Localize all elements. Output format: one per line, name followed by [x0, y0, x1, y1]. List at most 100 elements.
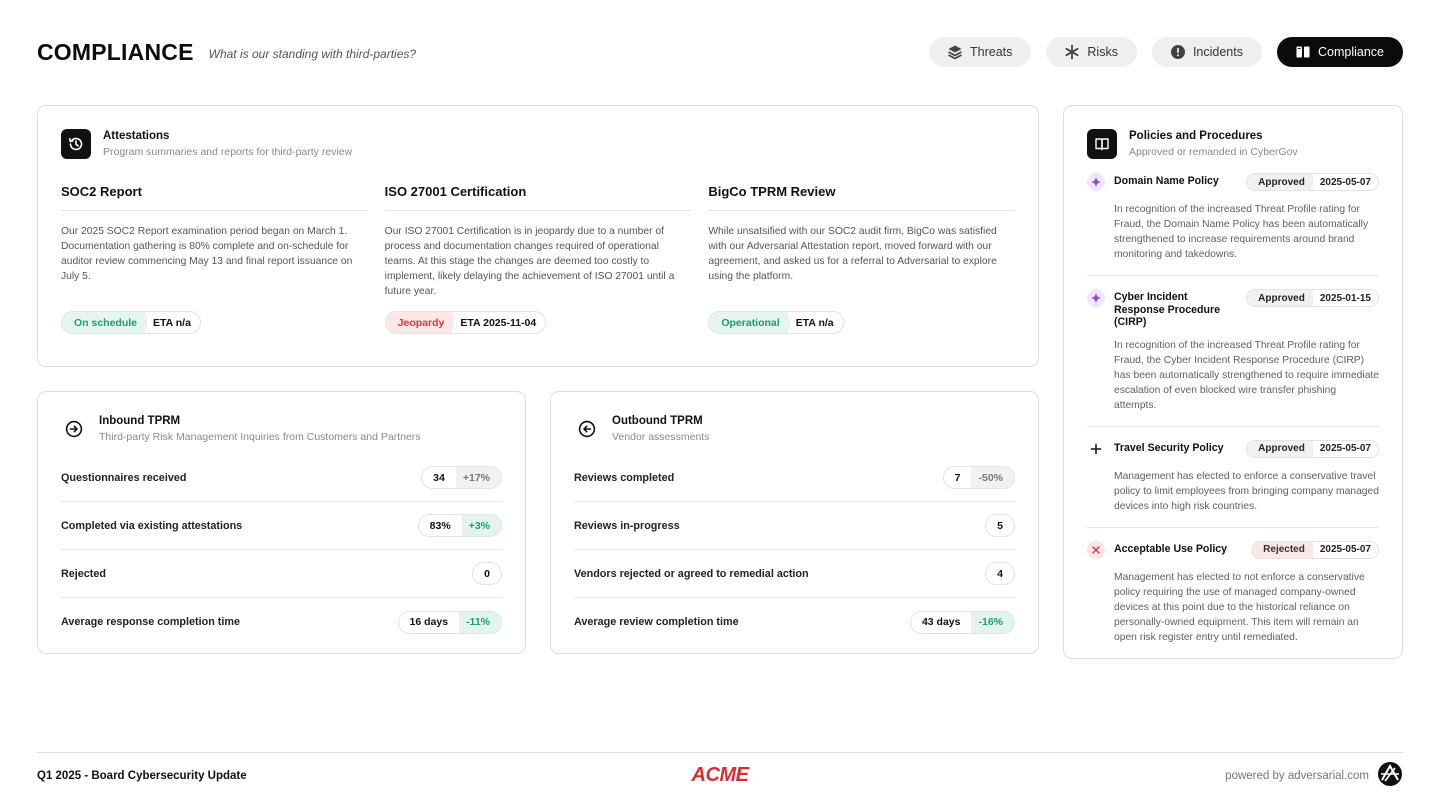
powered-by[interactable]: powered by adversarial.com	[1225, 761, 1403, 790]
tab-compliance-label: Compliance	[1317, 45, 1384, 59]
attestation-body: Our 2025 SOC2 Report examination period …	[61, 226, 353, 282]
metric-value-pill: 0	[472, 562, 502, 585]
metric-label: Questionnaires received	[61, 471, 187, 484]
policy-item[interactable]: Travel Security Policy Approved 2025-05-…	[1087, 427, 1379, 528]
policy-name: Cyber Incident Response Procedure (CIRP)	[1114, 291, 1220, 328]
metric-value-pill: 4	[985, 562, 1015, 585]
powered-by-label: powered by adversarial.com	[1225, 769, 1369, 782]
policy-item[interactable]: Cyber Incident Response Procedure (CIRP)…	[1087, 276, 1379, 427]
policy-name: Domain Name Policy	[1114, 175, 1219, 187]
metric-value: 16 days	[398, 611, 460, 633]
metric-value-pill: 43 days -16%	[909, 610, 1015, 634]
policy-status: Approved	[1247, 440, 1313, 457]
page-header: COMPLIANCE What is our standing with thi…	[37, 36, 1403, 68]
policy-date: 2025-05-07	[1312, 541, 1378, 558]
tab-threats[interactable]: Threats	[929, 37, 1032, 67]
policy-item[interactable]: Domain Name Policy Approved 2025-05-07 I…	[1087, 173, 1379, 276]
sparkle-icon	[1087, 289, 1105, 307]
attestation-item: ISO 27001 Certification Our ISO 27001 Ce…	[384, 184, 692, 334]
metric-value: 34	[422, 467, 456, 488]
tab-risks[interactable]: Risks	[1046, 37, 1137, 67]
metric-row: Reviews completed 7 -50%	[574, 454, 1015, 502]
policy-status: Rejected	[1252, 541, 1313, 558]
status-badge: On schedule ETA n/a	[61, 311, 201, 334]
metric-delta: -11%	[459, 611, 501, 633]
metric-label: Rejected	[61, 567, 107, 580]
metric-row: Average review completion time 43 days -…	[574, 598, 1015, 646]
metric-row: Rejected 0	[61, 550, 502, 598]
alert-circle-icon	[1170, 44, 1186, 60]
attestations-card: Attestations Program summaries and repor…	[37, 105, 1039, 367]
book-open-icon	[1087, 129, 1117, 159]
metric-value-pill: 16 days -11%	[397, 610, 502, 634]
policy-status-badge: Approved 2025-05-07	[1246, 439, 1379, 458]
sparkle-icon	[1087, 173, 1105, 191]
asterisk-icon	[1064, 44, 1080, 60]
metric-row: Average response completion time 16 days…	[61, 598, 502, 646]
policy-name: Travel Security Policy	[1114, 441, 1224, 454]
attestation-item: SOC2 Report Our 2025 SOC2 Report examina…	[61, 184, 368, 334]
policy-status: Approved	[1247, 174, 1313, 190]
metric-row: Completed via existing attestations 83% …	[61, 502, 502, 550]
eta-label: ETA 2025-11-04	[452, 312, 546, 333]
inbound-title: Inbound TPRM	[99, 415, 181, 427]
attestation-body: While unsatsified with our SOC2 audit fi…	[708, 226, 997, 282]
outbound-tprm-card: Outbound TPRM Vendor assessments Reviews…	[550, 391, 1039, 654]
metric-value: 0	[473, 563, 501, 584]
status-label: Jeopardy	[385, 312, 453, 333]
policy-status-badge: Rejected 2025-05-07	[1251, 540, 1379, 559]
policy-date: 2025-05-07	[1312, 440, 1378, 457]
policy-status-badge: Approved 2025-05-07	[1246, 173, 1379, 191]
policies-subtitle: Approved or remanded in CyberGov	[1129, 146, 1298, 158]
attestation-title: BigCo TPRM Review	[708, 184, 1016, 211]
metric-value-pill: 7 -50%	[942, 466, 1015, 489]
tab-incidents[interactable]: Incidents	[1151, 37, 1262, 67]
inbound-tprm-card: Inbound TPRM Third-party Risk Management…	[37, 391, 526, 654]
attestations-subtitle: Program summaries and reports for third-…	[103, 146, 353, 158]
metric-delta: +17%	[455, 467, 501, 488]
book-icon	[1295, 44, 1311, 60]
policy-item[interactable]: Acceptable Use Policy Rejected 2025-05-0…	[1087, 528, 1379, 645]
metric-label: Average response completion time	[61, 616, 241, 628]
arrow-left-circle-icon	[574, 416, 600, 442]
metric-value-pill: 83% +3%	[417, 514, 502, 537]
status-badge: Operational ETA n/a	[708, 311, 844, 334]
metric-value: 83%	[418, 515, 462, 536]
page-subtitle: What is our standing with third-parties?	[208, 46, 417, 61]
tab-risks-label: Risks	[1087, 45, 1118, 59]
policy-date: 2025-01-15	[1312, 290, 1378, 306]
outbound-subtitle: Vendor assessments	[612, 431, 710, 443]
acme-logo: ACME	[691, 764, 749, 786]
attestations-title: Attestations	[103, 130, 170, 142]
page-footer: Q1 2025 - Board Cybersecurity Update ACM…	[37, 752, 1403, 798]
metric-row: Vendors rejected or agreed to remedial a…	[574, 550, 1015, 598]
attestation-title: ISO 27001 Certification	[384, 184, 692, 211]
history-icon	[61, 129, 91, 159]
metric-value-pill: 34 +17%	[421, 466, 502, 489]
metric-delta: +3%	[461, 515, 501, 536]
metric-value: 7	[943, 467, 972, 488]
tab-compliance[interactable]: Compliance	[1276, 37, 1403, 67]
metric-label: Reviews completed	[574, 471, 675, 484]
eta-label: ETA n/a	[787, 312, 843, 333]
policies-title: Policies and Procedures	[1129, 130, 1263, 142]
metric-row: Questionnaires received 34 +17%	[61, 454, 502, 502]
layers-icon	[947, 44, 963, 60]
status-label: Operational	[709, 312, 788, 333]
metric-label: Average review completion time	[574, 616, 739, 628]
attestation-item: BigCo TPRM Review While unsatsified with…	[708, 184, 1016, 334]
policies-card: Policies and Procedures Approved or rema…	[1063, 105, 1403, 659]
policy-date: 2025-05-07	[1312, 174, 1378, 190]
attestation-body: Our ISO 27001 Certification is in jeopar…	[384, 226, 675, 297]
tab-incidents-label: Incidents	[1192, 45, 1243, 59]
policy-body: In recognition of the increased Threat P…	[1114, 204, 1369, 260]
arrow-right-circle-icon	[61, 416, 87, 442]
top-nav: Threats Risks Incidents Compliance	[929, 37, 1403, 67]
metric-delta: -16%	[971, 611, 1014, 633]
policy-status: Approved	[1247, 290, 1313, 306]
metric-label: Reviews in-progress	[574, 519, 680, 532]
policy-body: Management has elected to not enforce a …	[1114, 571, 1365, 643]
attestation-title: SOC2 Report	[61, 184, 368, 211]
adversarial-logo-icon	[1377, 761, 1403, 790]
page-title: COMPLIANCE	[37, 38, 194, 65]
